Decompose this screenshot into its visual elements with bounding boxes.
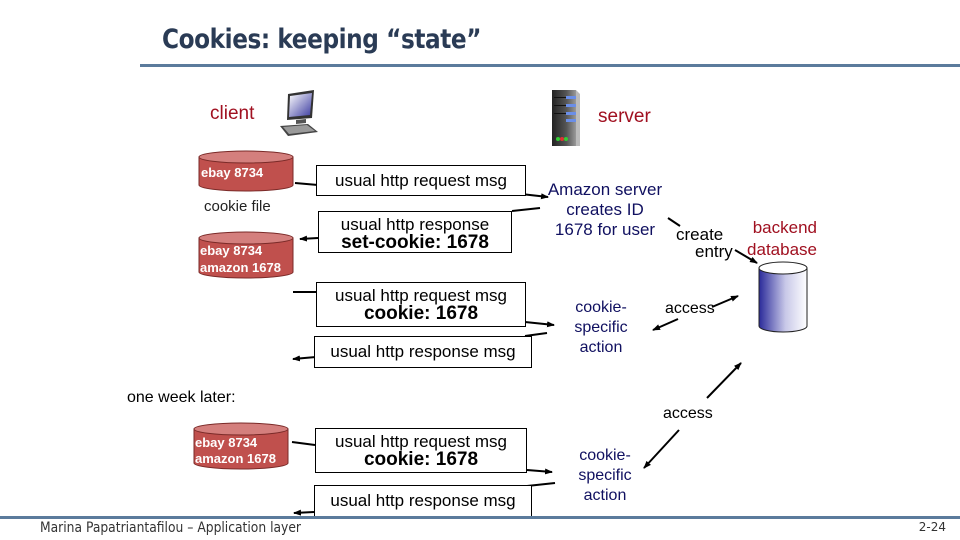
message-box-request-1: usual http request msg <box>316 165 526 196</box>
access-label-1: access <box>665 300 715 317</box>
message-cookie-line: cookie: 1678 <box>363 449 479 470</box>
arrow-access-1-b <box>711 295 739 308</box>
client-label: client <box>210 103 255 124</box>
backend-label-line: backend <box>752 218 817 237</box>
server-tower-icon <box>550 86 582 148</box>
cookie-entry: ebay 8734 <box>195 435 258 450</box>
action-line: specific <box>574 319 628 336</box>
access-label-2: access <box>663 405 713 422</box>
action-line: cookie- <box>579 447 631 464</box>
cookie-specific-action-2: cookie- specific action <box>566 446 644 506</box>
action-line: specific <box>578 467 632 484</box>
arrow-response-1-a <box>511 207 541 212</box>
entry-label: entry <box>695 242 733 261</box>
arrow-response-1-b <box>299 235 319 242</box>
cookie-entry: ebay 8734 <box>200 243 263 258</box>
arrow-request-3-b <box>526 468 553 475</box>
arrow-access-2-b <box>643 429 680 469</box>
message-line: usual http response msg <box>330 491 516 510</box>
server-label: server <box>598 106 651 127</box>
arrow-access-1-a <box>652 318 679 331</box>
backend-database-cylinder <box>757 260 809 335</box>
action-line: cookie- <box>575 299 627 316</box>
footer-divider <box>0 516 960 519</box>
message-box-request-cookie-1: usual http request msg cookie: 1678 <box>316 282 526 327</box>
page-number: 2-24 <box>918 520 946 534</box>
arrow-response-2-b <box>292 355 317 362</box>
message-line: usual http request msg <box>335 171 507 190</box>
action-line: action <box>583 487 627 504</box>
message-box-request-cookie-2: usual http request msg cookie: 1678 <box>315 428 527 473</box>
server-note: Amazon server creates ID 1678 for user <box>538 180 672 240</box>
cookie-entry: ebay 8734 <box>201 165 264 180</box>
message-box-response-2: usual http response msg <box>314 485 532 517</box>
backend-label-line: database <box>747 240 817 259</box>
cookie-entry: amazon 1678 <box>195 451 276 466</box>
server-note-line: creates ID <box>566 200 644 219</box>
database-cylinder-icon <box>758 261 808 333</box>
message-box-response-1: usual http response msg <box>314 336 532 368</box>
cookie-file-label: cookie file <box>204 198 271 215</box>
arrow-request-1-a <box>294 182 319 186</box>
arrow-request-2-b <box>524 321 555 328</box>
message-cookie-line: set-cookie: 1678 <box>341 232 489 253</box>
server-note-line: 1678 for user <box>554 220 656 239</box>
action-line: action <box>579 339 623 356</box>
desktop-computer-icon <box>278 88 320 140</box>
arrow-response-3-b <box>293 509 315 516</box>
backend-database-label: backend database <box>745 217 817 261</box>
arrow-access-2-a <box>706 362 742 399</box>
message-line: usual http response msg <box>330 342 516 361</box>
server-note-line: Amazon server <box>547 180 663 199</box>
one-week-later-label: one week later: <box>127 389 236 406</box>
message-box-response-set-cookie: usual http response set-cookie: 1678 <box>318 211 512 253</box>
arrow-request-3-a <box>291 441 316 446</box>
cookie-specific-action-1: cookie- specific action <box>562 298 640 358</box>
footer-text: Marina Papatriantafilou – Application la… <box>40 520 301 536</box>
message-cookie-line: cookie: 1678 <box>363 303 479 324</box>
cookie-entry: amazon 1678 <box>200 260 281 275</box>
